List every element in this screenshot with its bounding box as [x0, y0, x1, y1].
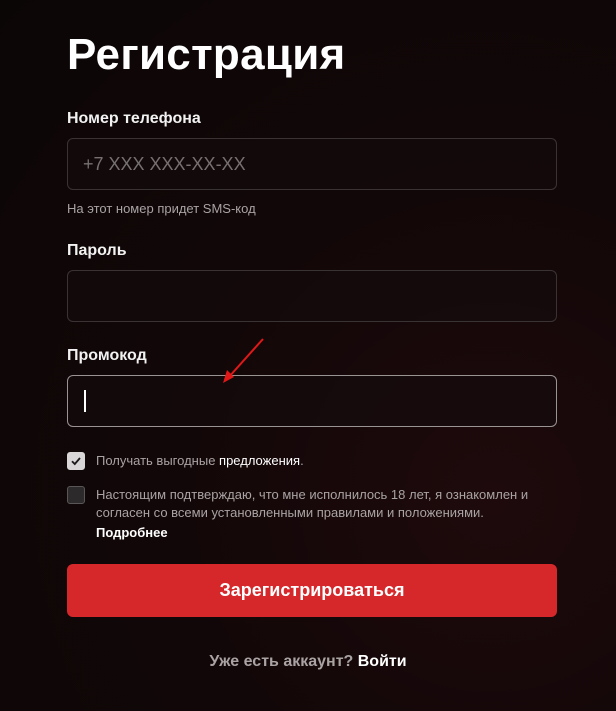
login-prompt: Уже есть аккаунт? Войти: [0, 653, 616, 671]
text-caret: [84, 390, 86, 412]
age-checkbox-row[interactable]: Настоящим подтверждаю, что мне исполнило…: [67, 486, 557, 542]
phone-field[interactable]: [67, 138, 557, 190]
login-link[interactable]: Войти: [358, 653, 407, 670]
arrow-icon: [223, 338, 264, 383]
offers-checkbox-row[interactable]: Получать выгодные предложения.: [67, 452, 304, 470]
phone-input[interactable]: [83, 153, 556, 175]
offers-text-prefix: Получать выгодные: [96, 453, 220, 468]
register-button[interactable]: Зарегистрироваться: [67, 564, 557, 617]
login-question: Уже есть аккаунт?: [209, 653, 354, 670]
password-input[interactable]: [83, 285, 556, 307]
offers-checkbox[interactable]: [67, 452, 85, 470]
promo-label: Промокод: [67, 347, 147, 364]
age-checkbox[interactable]: [67, 486, 85, 504]
promo-field[interactable]: [67, 375, 557, 427]
password-label: Пароль: [67, 242, 127, 259]
password-field[interactable]: [67, 270, 557, 322]
age-checkbox-label: Настоящим подтверждаю, что мне исполнило…: [96, 486, 557, 542]
page-title: Регистрация: [67, 30, 346, 79]
phone-hint: На этот номер придет SMS-код: [67, 201, 256, 216]
offers-checkbox-label: Получать выгодные предложения.: [96, 452, 304, 470]
age-confirm-text: Настоящим подтверждаю, что мне исполнило…: [96, 487, 529, 520]
offers-text-suffix: .: [300, 453, 304, 468]
check-icon: [71, 457, 81, 466]
more-link[interactable]: Подробнее: [96, 524, 557, 542]
offers-link[interactable]: предложения: [219, 453, 300, 468]
phone-label: Номер телефона: [67, 110, 201, 127]
